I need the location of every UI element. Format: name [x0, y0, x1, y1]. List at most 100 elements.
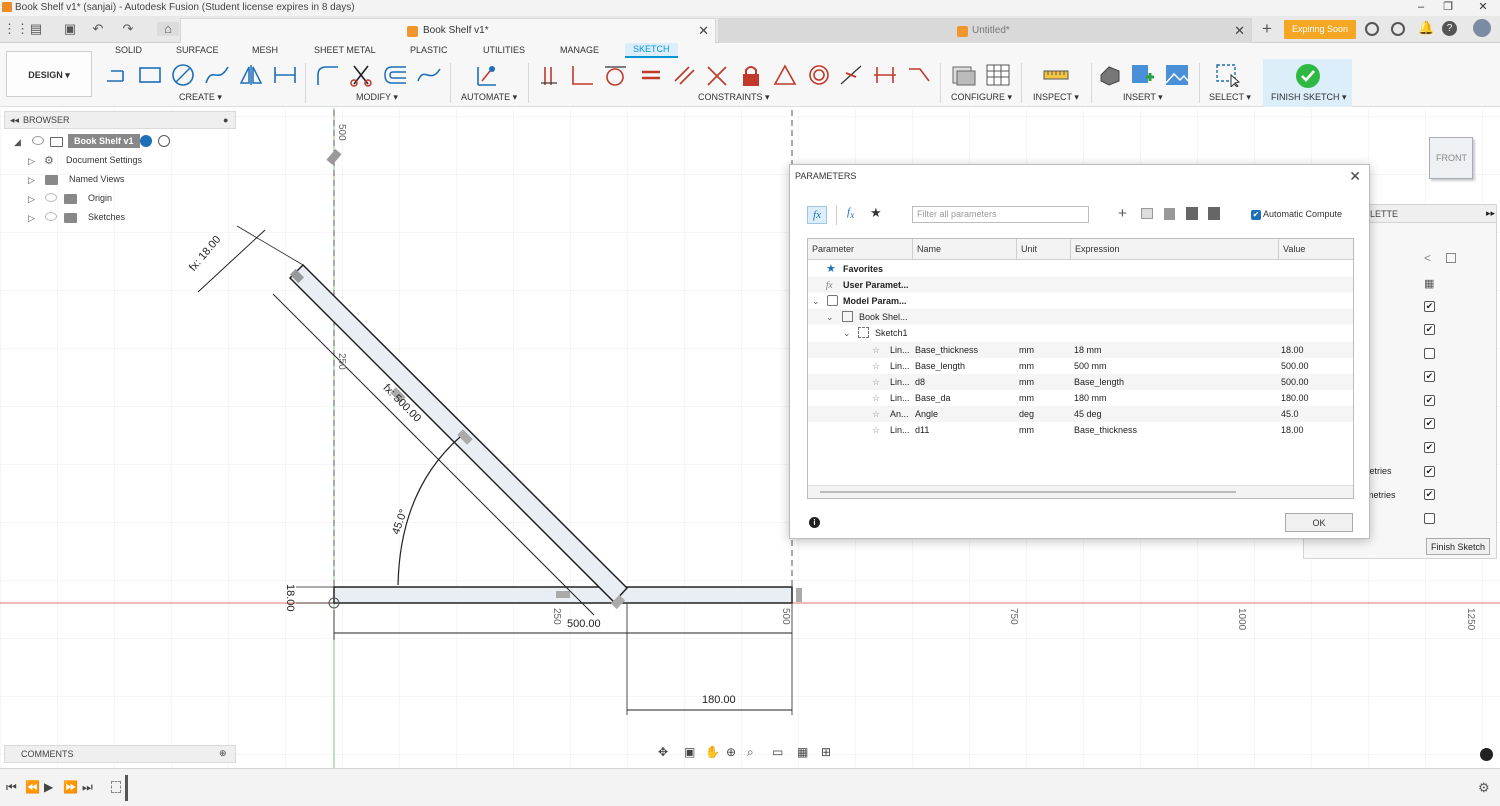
- tab-mesh[interactable]: MESH: [252, 45, 278, 55]
- workspace-switcher[interactable]: DESIGN ▾: [6, 51, 92, 97]
- visibility-icon[interactable]: [45, 193, 57, 202]
- option-checkbox[interactable]: [1424, 348, 1435, 359]
- tab-solid[interactable]: SOLID: [115, 45, 142, 55]
- dimension-offset[interactable]: 180.00: [702, 694, 736, 706]
- insert-derive-icon[interactable]: [1097, 63, 1123, 87]
- browser-root[interactable]: ◢ Book Shelf v1: [14, 134, 236, 150]
- activate-radio-icon[interactable]: [158, 135, 170, 147]
- dimension-tool-icon[interactable]: [272, 63, 298, 87]
- apps-grid-icon[interactable]: ⋮⋮: [3, 22, 29, 36]
- close-tab-icon[interactable]: ✕: [698, 23, 709, 39]
- automate-group-label[interactable]: AUTOMATE ▾: [461, 92, 517, 103]
- extensions-icon[interactable]: [1365, 22, 1379, 36]
- close-icon[interactable]: ✕: [1349, 168, 1361, 185]
- tree-row-user-parameters[interactable]: fx User Paramet...: [808, 277, 1353, 293]
- look-at-icon[interactable]: ▣: [684, 745, 695, 759]
- expand-icon[interactable]: ▷: [28, 213, 35, 224]
- tab-untitled[interactable]: Untitled* ✕: [718, 18, 1252, 43]
- new-tab-icon[interactable]: +: [1259, 20, 1275, 37]
- option-checkbox[interactable]: ✔: [1424, 489, 1435, 500]
- option-checkbox[interactable]: ✔: [1424, 301, 1435, 312]
- tab-plastic[interactable]: PLASTIC: [410, 45, 448, 55]
- row-expression[interactable]: 500 mm: [1074, 361, 1107, 371]
- table-row[interactable]: ☆ Lin... d8 mm Base_length 500.00: [808, 374, 1353, 390]
- midpoint-icon[interactable]: [838, 63, 864, 87]
- option-checkbox[interactable]: ✔: [1424, 324, 1435, 335]
- table-row[interactable]: ☆ Lin... Base_length mm 500 mm 500.00: [808, 358, 1353, 374]
- timeline-play-icon[interactable]: ▶: [44, 780, 53, 794]
- expand-icon[interactable]: ▷: [28, 194, 35, 205]
- expand-icon[interactable]: ◢: [14, 137, 21, 148]
- parallel-icon[interactable]: [671, 63, 697, 87]
- tree-row-component[interactable]: ⌄ Book Shel...: [808, 309, 1353, 325]
- display-settings-icon[interactable]: ▭: [772, 745, 783, 759]
- delete-parameter-icon[interactable]: [1164, 208, 1175, 220]
- row-expression[interactable]: 45 deg: [1074, 409, 1102, 419]
- coincident-icon[interactable]: [537, 63, 563, 87]
- timeline-marker[interactable]: [125, 775, 128, 801]
- avatar[interactable]: [1473, 19, 1491, 37]
- dimension-length-base[interactable]: 500.00: [567, 618, 601, 630]
- tree-row-model-parameters[interactable]: ⌄ Model Param...: [808, 293, 1353, 309]
- collinear-icon[interactable]: [704, 63, 730, 87]
- tab-utilities[interactable]: UTILITIES: [483, 45, 525, 55]
- add-comment-icon[interactable]: ⊕: [219, 748, 227, 759]
- timeline-settings-gear-icon[interactable]: ⚙: [1478, 780, 1490, 796]
- visibility-icon[interactable]: [32, 136, 44, 145]
- tangent-icon[interactable]: [602, 63, 628, 87]
- filter-input[interactable]: Filter all parameters: [912, 206, 1089, 223]
- zoom-window-icon[interactable]: ⌕: [747, 745, 754, 760]
- browser-pin-icon[interactable]: ●: [223, 115, 228, 125]
- row-name[interactable]: Base_length: [915, 361, 965, 371]
- configure-icon[interactable]: [951, 63, 977, 87]
- modify-group-label[interactable]: MODIFY ▾: [356, 92, 398, 103]
- horizontal-scrollbar[interactable]: [808, 485, 1353, 498]
- scrollbar-thumb[interactable]: [820, 491, 1236, 493]
- tab-surface[interactable]: SURFACE: [176, 45, 219, 55]
- fx-toggle-icon[interactable]: fx: [807, 206, 827, 224]
- calendar-icon[interactable]: ▦: [1424, 277, 1434, 290]
- browser-header[interactable]: ◂◂ BROWSER ●: [4, 111, 236, 129]
- parameters-table-icon[interactable]: [985, 63, 1011, 87]
- measure-icon[interactable]: [1043, 63, 1069, 87]
- table-row[interactable]: ☆ Lin... d11 mm Base_thickness 18.00: [808, 422, 1353, 438]
- option-checkbox[interactable]: ✔: [1424, 418, 1435, 429]
- table-row[interactable]: ☆ Lin... Base_thickness mm 18 mm 18.00: [808, 342, 1353, 358]
- grid-settings-icon[interactable]: ▦: [797, 745, 808, 759]
- feedback-icon[interactable]: [1480, 748, 1493, 761]
- row-expression[interactable]: 18 mm: [1074, 345, 1102, 355]
- row-name[interactable]: Base_da: [915, 393, 951, 403]
- tab-manage[interactable]: MANAGE: [560, 45, 599, 55]
- select-window-icon[interactable]: [1215, 63, 1241, 87]
- browser-item-document-settings[interactable]: ▷ ⚙ Document Settings: [28, 153, 236, 169]
- look-at-icon[interactable]: [1446, 253, 1456, 263]
- browser-item-sketches[interactable]: ▷ Sketches: [28, 210, 236, 226]
- column-header-expression[interactable]: Expression: [1071, 239, 1279, 260]
- line-tool-icon[interactable]: [103, 63, 129, 87]
- option-checkbox[interactable]: [1424, 513, 1435, 524]
- favorite-star-icon[interactable]: ☆: [872, 409, 880, 420]
- redo-icon[interactable]: ↷: [120, 22, 136, 36]
- favorite-star-icon[interactable]: ☆: [872, 361, 880, 372]
- orbit-icon[interactable]: ✥: [658, 745, 668, 759]
- row-name[interactable]: d8: [915, 377, 925, 387]
- job-status-icon[interactable]: [1391, 22, 1405, 36]
- expand-icon[interactable]: ▷: [28, 156, 35, 167]
- finish-sketch-palette-button[interactable]: Finish Sketch: [1426, 538, 1490, 555]
- timeline-back-icon[interactable]: ⏪: [25, 780, 40, 794]
- maximize-button[interactable]: ❐: [1433, 0, 1463, 16]
- fillet-tool-icon[interactable]: [314, 63, 340, 87]
- fix-lock-icon[interactable]: [738, 63, 764, 87]
- perpendicular-icon[interactable]: [569, 63, 595, 87]
- insert-group-label[interactable]: INSERT ▾: [1123, 92, 1163, 103]
- column-header-parameter[interactable]: Parameter: [808, 239, 913, 260]
- tab-sheet-metal[interactable]: SHEET METAL: [314, 45, 376, 55]
- timeline-end-icon[interactable]: ⏭: [82, 780, 93, 795]
- undo-icon[interactable]: ↶: [90, 22, 106, 36]
- expand-icon[interactable]: ▷: [28, 175, 35, 186]
- favorite-star-icon[interactable]: ☆: [872, 345, 880, 356]
- tree-row-sketch[interactable]: ⌄ Sketch1: [808, 325, 1353, 341]
- active-component-icon[interactable]: [140, 135, 152, 147]
- curvature-icon[interactable]: [906, 63, 932, 87]
- import-icon[interactable]: [1186, 207, 1198, 220]
